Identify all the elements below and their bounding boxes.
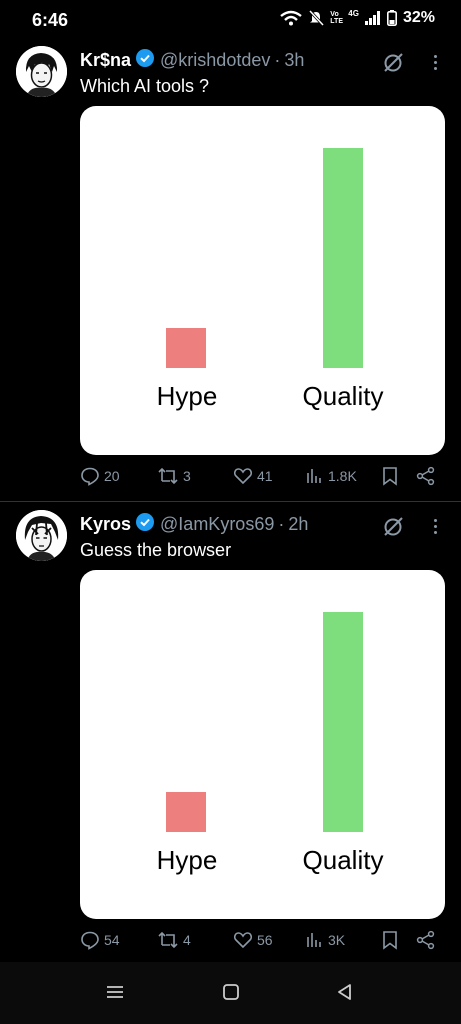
tweet-time[interactable]: 2h <box>288 514 308 535</box>
author-name[interactable]: Kyros <box>80 514 131 535</box>
more-options-icon[interactable] <box>428 516 442 538</box>
heart-icon <box>233 932 253 949</box>
tweet-text: Guess the browser <box>80 540 232 560</box>
more-options-icon[interactable] <box>428 52 442 74</box>
grok-icon[interactable] <box>382 516 404 543</box>
bar-quality <box>323 148 363 368</box>
bookmark-icon <box>383 467 397 486</box>
repost-count: 3 <box>183 468 191 484</box>
chart-image[interactable]: Hype Quality <box>80 106 445 455</box>
bar-hype <box>166 328 206 368</box>
heart-icon <box>233 468 253 485</box>
views-button[interactable]: 1.8K <box>306 466 357 486</box>
like-count: 41 <box>257 468 273 484</box>
bar-label-hype: Hype <box>156 845 218 875</box>
bookmark-button[interactable] <box>382 466 398 486</box>
tweet-header: Kyros @IamKyros69 · 2h <box>80 513 308 536</box>
action-bar: 20 3 41 1.8K <box>80 466 450 496</box>
like-count: 56 <box>257 932 273 948</box>
action-bar: 54 4 56 3K <box>80 930 450 960</box>
status-time: 6:46 <box>32 10 69 30</box>
share-icon <box>416 930 435 950</box>
back-icon[interactable] <box>335 982 355 1007</box>
tweet-time[interactable]: 3h <box>284 50 304 71</box>
avatar[interactable] <box>16 510 67 561</box>
author-name[interactable]: Kr$na <box>80 50 131 71</box>
share-button[interactable] <box>416 930 436 950</box>
author-handle[interactable]: @IamKyros69 <box>160 514 274 535</box>
repost-icon <box>158 467 178 485</box>
avatar[interactable] <box>16 46 67 97</box>
bar-label-quality: Quality <box>302 381 384 411</box>
share-button[interactable] <box>416 466 436 486</box>
recent-apps-icon[interactable] <box>105 982 125 1007</box>
separator-dot: · <box>274 50 281 70</box>
view-count: 1.8K <box>328 468 357 484</box>
signal-icon <box>364 11 381 25</box>
status-icons: Vo LTE 4G 32% <box>280 9 435 27</box>
bar-hype <box>166 792 206 832</box>
battery-percent: 32% <box>402 9 435 26</box>
wifi-icon <box>280 10 303 26</box>
mute-bell-icon <box>308 10 325 26</box>
repost-icon <box>158 931 178 949</box>
verified-badge-icon <box>136 49 155 72</box>
views-icon <box>307 933 321 947</box>
view-count: 3K <box>328 932 346 948</box>
bookmark-button[interactable] <box>382 930 398 950</box>
status-bar: 6:46 Vo LTE 4G 32% <box>0 0 461 40</box>
tweet-divider <box>0 501 461 502</box>
bar-quality <box>323 612 363 832</box>
repost-button[interactable]: 3 <box>157 466 191 486</box>
reply-icon <box>81 467 99 486</box>
bookmark-icon <box>383 931 397 950</box>
reply-button[interactable]: 20 <box>80 466 120 486</box>
author-handle[interactable]: @krishdotdev <box>160 50 270 71</box>
repost-count: 4 <box>183 932 191 948</box>
verified-badge-icon <box>136 513 155 536</box>
tweet[interactable]: Kyros @IamKyros69 · 2h Guess the browser… <box>0 510 461 960</box>
share-icon <box>416 466 435 486</box>
battery-icon <box>386 10 397 26</box>
tweet-header: Kr$na @krishdotdev · 3h <box>80 49 304 72</box>
system-nav-bar <box>0 962 461 1024</box>
reply-button[interactable]: 54 <box>80 930 120 950</box>
views-button[interactable]: 3K <box>306 930 345 950</box>
like-button[interactable]: 56 <box>233 930 273 950</box>
grok-icon[interactable] <box>382 52 404 79</box>
bar-label-quality: Quality <box>302 845 384 875</box>
reply-count: 54 <box>104 932 120 948</box>
repost-button[interactable]: 4 <box>157 930 191 950</box>
chart-image[interactable]: Hype Quality <box>80 570 445 919</box>
tweet-text: Which AI tools ? <box>80 76 210 96</box>
reply-count: 20 <box>104 468 120 484</box>
reply-icon <box>81 931 99 950</box>
like-button[interactable]: 41 <box>233 466 273 486</box>
signal-label: 4G <box>348 9 359 18</box>
tweet[interactable]: Kr$na @krishdotdev · 3h Which AI tools ?… <box>0 46 461 496</box>
bar-label-hype: Hype <box>156 381 218 411</box>
separator-dot: · <box>278 514 285 534</box>
home-icon[interactable] <box>221 982 241 1007</box>
views-icon <box>307 469 321 483</box>
volte-label: Vo LTE <box>330 11 343 25</box>
